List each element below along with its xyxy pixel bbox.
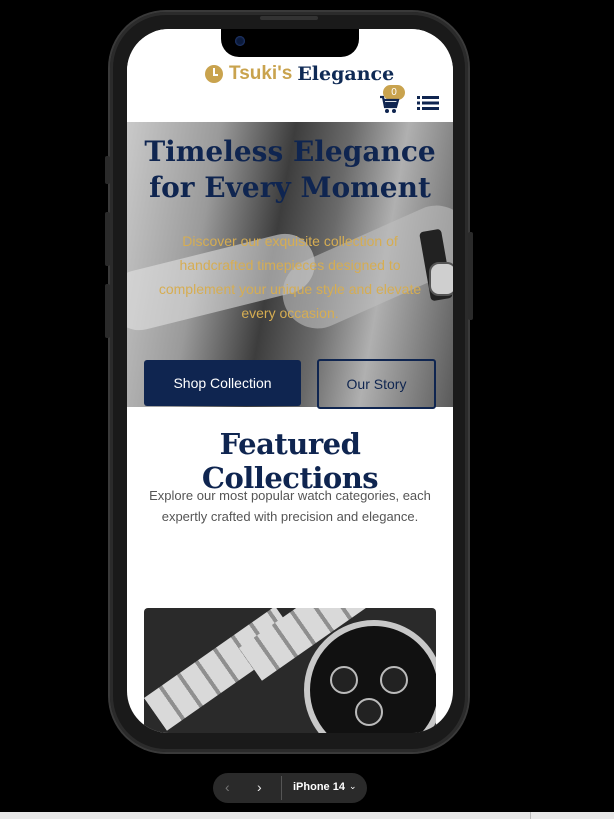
subdial-left [330, 666, 358, 694]
hero-subtitle: Discover our exquisite collection of han… [158, 233, 422, 321]
hero-title-line2: for Every Moment [149, 171, 431, 204]
volume-down-button [105, 284, 110, 338]
toolbar-divider [281, 776, 282, 800]
next-device-button[interactable]: › [257, 779, 262, 795]
featured-subtitle: Explore our most popular watch categorie… [149, 488, 431, 524]
menu-list-icon[interactable] [417, 95, 439, 111]
subdial-bottom [355, 698, 383, 726]
panel-separator [530, 812, 531, 819]
silent-switch [105, 156, 110, 184]
power-button [468, 232, 473, 320]
clock-icon [205, 65, 223, 83]
subdial-right [380, 666, 408, 694]
bottom-panel-edge [0, 812, 614, 819]
device-toolbar: ‹ › iPhone 14 ⌄ [213, 773, 367, 803]
phone-screen: Tsuki's Elegance 0 Timeless Elegance for… [127, 29, 453, 733]
brand-logo[interactable]: Tsuki's Elegance [205, 63, 394, 85]
hero-title-line1: Timeless Elegance [144, 135, 436, 168]
notch [221, 29, 359, 57]
hero-title: Timeless Elegance for Every Moment [127, 134, 453, 206]
cart-icon[interactable] [379, 95, 401, 115]
camera-icon [235, 36, 245, 46]
brand-name-second: Elegance [297, 63, 395, 85]
phone-frame: Tsuki's Elegance 0 Timeless Elegance for… [105, 12, 473, 752]
speaker-grill [260, 16, 318, 20]
previous-device-button[interactable]: ‹ [225, 779, 230, 795]
device-selector[interactable]: iPhone 14 [293, 781, 345, 793]
shop-collection-button[interactable]: Shop Collection [144, 360, 301, 406]
our-story-button[interactable]: Our Story [317, 359, 436, 409]
chevron-down-icon[interactable]: ⌄ [349, 781, 357, 792]
volume-up-button [105, 212, 110, 266]
featured-collection-image[interactable]: A [144, 608, 436, 733]
brand-name-first: Tsuki's [229, 63, 293, 84]
